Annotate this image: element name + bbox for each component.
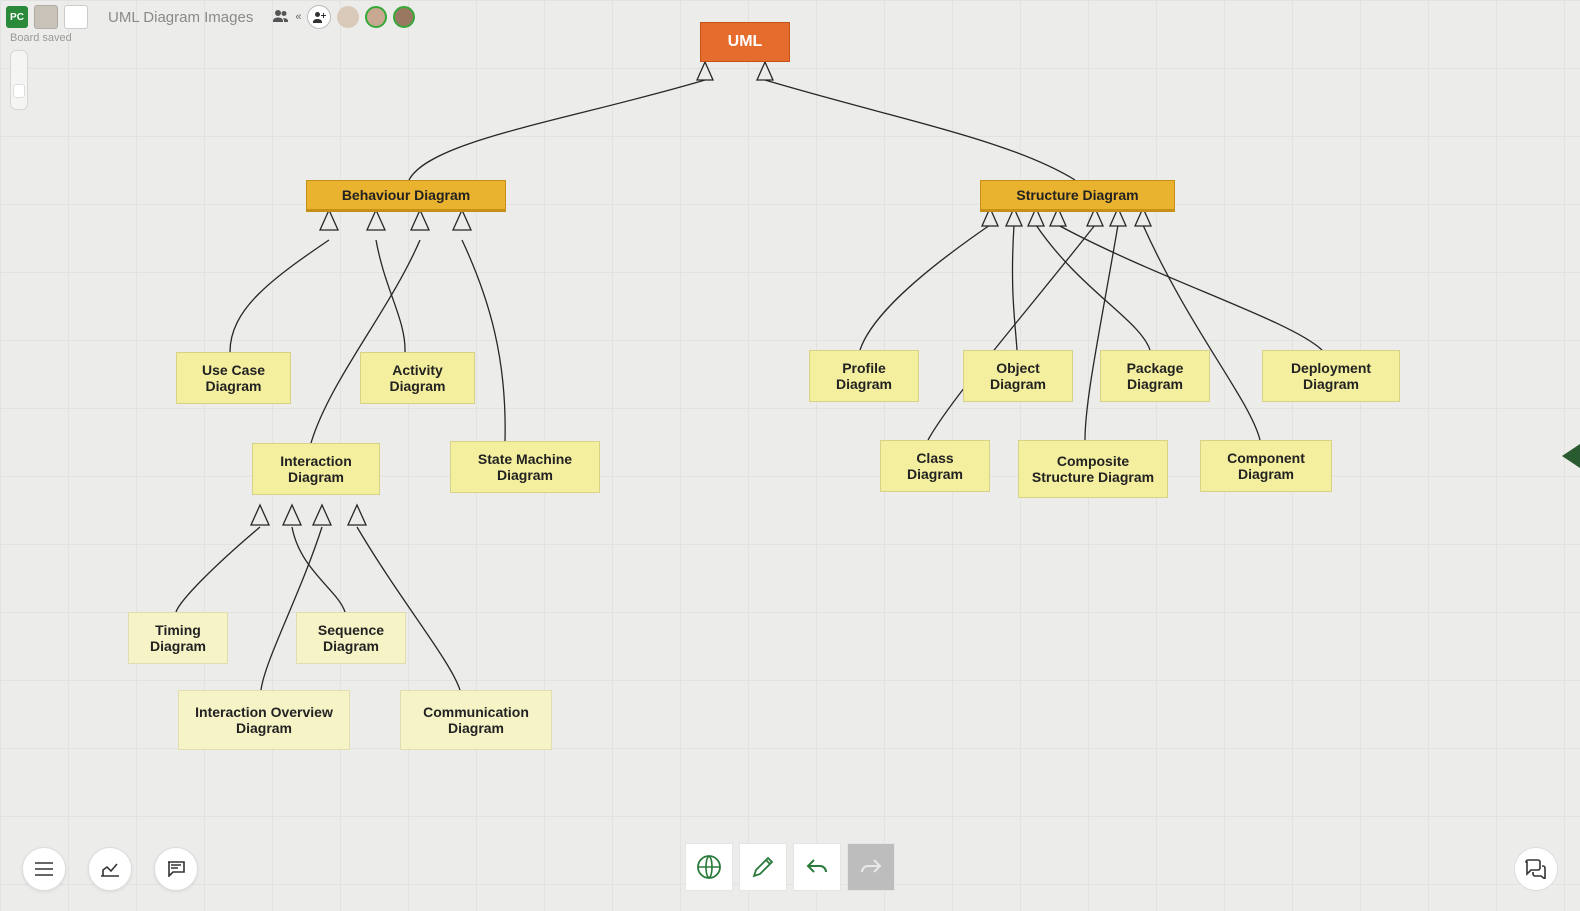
presence-avatar-1[interactable] [337, 6, 359, 28]
center-toolbar [685, 843, 895, 891]
node-package[interactable]: Package Diagram [1100, 350, 1210, 402]
presence-avatar-3[interactable] [393, 6, 415, 28]
node-timing[interactable]: Timing Diagram [128, 612, 228, 664]
node-class[interactable]: Class Diagram [880, 440, 990, 492]
node-interaction-overview[interactable]: Interaction Overview Diagram [178, 690, 350, 750]
chart-button[interactable] [88, 847, 132, 891]
undo-button[interactable] [793, 843, 841, 891]
chat-button[interactable] [1514, 847, 1558, 891]
people-icon[interactable] [273, 9, 289, 25]
expand-panel-icon[interactable] [1562, 444, 1580, 468]
node-communication[interactable]: Communication Diagram [400, 690, 552, 750]
workspace-badge[interactable]: PC [6, 6, 28, 28]
node-sequence[interactable]: Sequence Diagram [296, 612, 406, 664]
node-composite[interactable]: Composite Structure Diagram [1018, 440, 1168, 498]
board-canvas[interactable]: PC UML Diagram Images « Board saved [0, 0, 1580, 911]
save-status: Board saved [10, 32, 72, 44]
list-view-button[interactable] [22, 847, 66, 891]
top-bar: PC UML Diagram Images « [0, 0, 421, 34]
comment-list-button[interactable] [154, 847, 198, 891]
collapse-icon[interactable]: « [295, 11, 301, 23]
add-person-button[interactable] [307, 5, 331, 29]
edge-layer [0, 0, 1580, 911]
node-component[interactable]: Component Diagram [1200, 440, 1332, 492]
node-statemachine[interactable]: State Machine Diagram [450, 441, 600, 493]
node-uml[interactable]: UML [700, 22, 790, 62]
presence-avatar-2[interactable] [365, 6, 387, 28]
node-deployment[interactable]: Deployment Diagram [1262, 350, 1400, 402]
node-profile[interactable]: Profile Diagram [809, 350, 919, 402]
zoom-slider[interactable] [10, 50, 28, 110]
edit-button[interactable] [739, 843, 787, 891]
node-object[interactable]: Object Diagram [963, 350, 1073, 402]
node-behaviour[interactable]: Behaviour Diagram [306, 180, 506, 212]
node-interaction[interactable]: Interaction Diagram [252, 443, 380, 495]
blank-thumb[interactable] [64, 5, 88, 29]
avatar-thumb[interactable] [34, 5, 58, 29]
bottom-left-toolbar [22, 847, 198, 891]
node-activity[interactable]: Activity Diagram [360, 352, 475, 404]
share-button [847, 843, 895, 891]
board-title[interactable]: UML Diagram Images [108, 9, 253, 26]
node-structure[interactable]: Structure Diagram [980, 180, 1175, 212]
node-usecase[interactable]: Use Case Diagram [176, 352, 291, 404]
globe-button[interactable] [685, 843, 733, 891]
